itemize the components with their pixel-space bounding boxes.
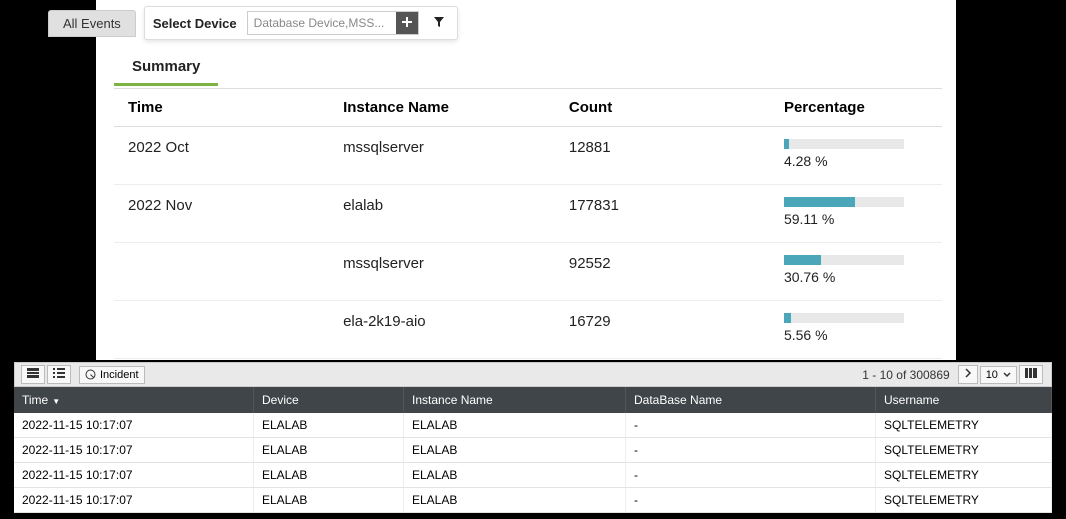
- col-instance[interactable]: Instance Name: [329, 89, 555, 127]
- percentage-bar: [784, 197, 904, 207]
- cell-time: [114, 301, 329, 359]
- select-device-panel: Select Device: [144, 6, 458, 40]
- incident-icon: [85, 369, 96, 380]
- cell-instance: ELALAB: [404, 438, 626, 462]
- cell-time: 2022 Oct: [114, 127, 329, 185]
- cell-percentage: 5.56 %: [770, 301, 942, 359]
- table-row[interactable]: 2022-11-15 10:17:07ELALABELALAB-SQLTELEM…: [14, 413, 1052, 438]
- cell-instance: ELALAB: [404, 413, 626, 437]
- cell-percentage: 4.28 %: [770, 127, 942, 185]
- cell-user: SQLTELEMETRY: [876, 413, 1052, 437]
- tab-all-events[interactable]: All Events: [48, 10, 136, 37]
- incident-label: Incident: [100, 369, 139, 381]
- select-device-label: Select Device: [153, 16, 237, 31]
- view-table-button[interactable]: [21, 365, 45, 384]
- cell-time: [114, 243, 329, 301]
- cell-instance: ELALAB: [404, 463, 626, 487]
- pager-text: 1 - 10 of 300869: [862, 368, 949, 382]
- percentage-text: 59.11 %: [784, 211, 834, 227]
- summary-table: Time Instance Name Count Percentage 2022…: [114, 88, 942, 359]
- cell-instance: elalab: [329, 185, 555, 243]
- cell-user: SQLTELEMETRY: [876, 438, 1052, 462]
- view-list-button[interactable]: [47, 365, 71, 384]
- columns-button[interactable]: [1019, 365, 1043, 384]
- filter-icon: [433, 16, 445, 28]
- chevron-down-icon: [1003, 372, 1011, 378]
- next-page-button[interactable]: [958, 365, 978, 384]
- incident-button[interactable]: Incident: [79, 366, 145, 384]
- cell-count: 12881: [555, 127, 770, 185]
- col-header-instance[interactable]: Instance Name: [404, 387, 626, 413]
- page-size-select[interactable]: 10: [980, 366, 1017, 384]
- page-size-value: 10: [986, 369, 998, 381]
- percentage-text: 30.76 %: [784, 269, 835, 285]
- cell-count: 16729: [555, 301, 770, 359]
- table-row[interactable]: 2022-11-15 10:17:07ELALABELALAB-SQLTELEM…: [14, 438, 1052, 463]
- cell-db: -: [626, 413, 876, 437]
- cell-time: 2022-11-15 10:17:07: [14, 438, 254, 462]
- table-row[interactable]: 2022-11-15 10:17:07ELALABELALAB-SQLTELEM…: [14, 488, 1052, 513]
- percentage-text: 5.56 %: [784, 327, 828, 343]
- cell-db: -: [626, 438, 876, 462]
- cell-instance: mssqlserver: [329, 243, 555, 301]
- percentage-bar: [784, 255, 904, 265]
- col-percentage[interactable]: Percentage: [770, 89, 942, 127]
- cell-device: ELALAB: [254, 438, 404, 462]
- cell-time: 2022-11-15 10:17:07: [14, 488, 254, 512]
- cell-time: 2022-11-15 10:17:07: [14, 463, 254, 487]
- grid-header: Time▼ Device Instance Name DataBase Name…: [14, 387, 1052, 413]
- percentage-bar: [784, 139, 904, 149]
- cell-db: -: [626, 488, 876, 512]
- list-icon: [53, 368, 65, 378]
- cell-count: 92552: [555, 243, 770, 301]
- summary-row: 2022 Octmssqlserver12881 4.28 %: [114, 127, 942, 185]
- summary-row: ela-2k19-aio16729 5.56 %: [114, 301, 942, 359]
- col-time[interactable]: Time: [114, 89, 329, 127]
- col-header-device[interactable]: Device: [254, 387, 404, 413]
- plus-icon: [401, 16, 413, 28]
- cell-percentage: 59.11 %: [770, 185, 942, 243]
- cell-user: SQLTELEMETRY: [876, 488, 1052, 512]
- percentage-text: 4.28 %: [784, 153, 828, 169]
- cell-percentage: 30.76 %: [770, 243, 942, 301]
- cell-device: ELALAB: [254, 488, 404, 512]
- chevron-right-icon: [964, 368, 972, 378]
- table-row[interactable]: 2022-11-15 10:17:07ELALABELALAB-SQLTELEM…: [14, 463, 1052, 488]
- cell-time: 2022-11-15 10:17:07: [14, 413, 254, 437]
- cell-instance: ela-2k19-aio: [329, 301, 555, 359]
- table-icon: [27, 368, 39, 378]
- col-header-db[interactable]: DataBase Name: [626, 387, 876, 413]
- tab-summary[interactable]: Summary: [114, 48, 218, 86]
- sort-desc-icon: ▼: [52, 397, 60, 406]
- device-input[interactable]: [248, 12, 396, 34]
- cell-instance: mssqlserver: [329, 127, 555, 185]
- col-header-user[interactable]: Username: [876, 387, 1052, 413]
- filter-button[interactable]: [429, 14, 449, 33]
- cell-time: 2022 Nov: [114, 185, 329, 243]
- columns-icon: [1025, 368, 1037, 378]
- cell-instance: ELALAB: [404, 488, 626, 512]
- cell-device: ELALAB: [254, 463, 404, 487]
- percentage-bar: [784, 313, 904, 323]
- cell-user: SQLTELEMETRY: [876, 463, 1052, 487]
- grid-toolbar: Incident 1 - 10 of 300869 10: [14, 362, 1052, 387]
- summary-row: mssqlserver92552 30.76 %: [114, 243, 942, 301]
- cell-db: -: [626, 463, 876, 487]
- cell-count: 177831: [555, 185, 770, 243]
- col-header-time[interactable]: Time▼: [14, 387, 254, 413]
- summary-row: 2022 Novelalab177831 59.11 %: [114, 185, 942, 243]
- add-device-button[interactable]: [396, 12, 418, 34]
- col-count[interactable]: Count: [555, 89, 770, 127]
- cell-device: ELALAB: [254, 413, 404, 437]
